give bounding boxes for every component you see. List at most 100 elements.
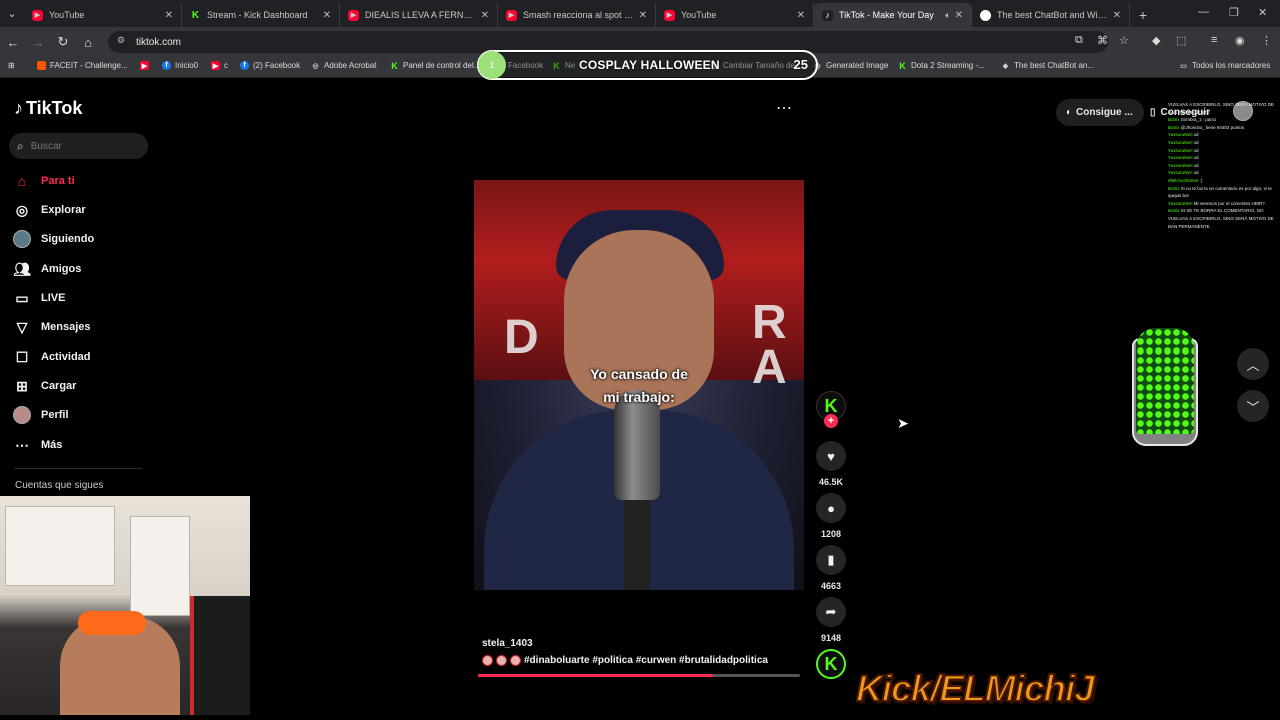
translate-icon[interactable]: ⌘ xyxy=(1097,34,1108,47)
stream-goal-bar: 1 COSPLAY HALLOWEEN 25 xyxy=(477,50,818,80)
browser-menu-icon[interactable]: ⋮ xyxy=(1261,34,1272,47)
chevron-down-icon: ﹀ xyxy=(1246,399,1260,415)
follow-plus-icon[interactable]: + xyxy=(824,414,838,428)
home-icon[interactable]: ⌂ xyxy=(76,30,100,54)
tab-close-icon[interactable]: ✕ xyxy=(1113,10,1121,21)
speaker-icon[interactable]: 🔈︎ xyxy=(945,10,950,21)
browser-tab[interactable]: ▶ Smash reacciona al spot de Shi ✕ xyxy=(498,3,656,27)
bookmark-item[interactable]: ◆ The best ChatBot an... xyxy=(1001,61,1094,70)
chat-text: xd xyxy=(1193,139,1199,145)
nav-profile[interactable]: Perfil xyxy=(13,406,69,424)
video-author[interactable]: stela_1403 xyxy=(482,638,533,649)
all-bookmarks-button[interactable]: ▭ Todos los marcadores xyxy=(1179,61,1270,70)
nav-activity[interactable]: ☐ Actividad xyxy=(13,348,91,366)
nav-messages[interactable]: ▽ Mensajes xyxy=(13,318,91,336)
forward-icon[interactable]: → xyxy=(26,30,50,54)
tab-search-chevron-icon[interactable]: ⌄ xyxy=(0,0,24,27)
minimize-icon[interactable]: — xyxy=(1198,6,1209,18)
bookmark-item[interactable]: ◎ Generated Image xyxy=(813,61,888,70)
search-input[interactable]: ⌕ Buscar xyxy=(9,133,148,159)
nav-more[interactable]: ⋯ Más xyxy=(13,436,62,454)
nav-friends[interactable]: 👥︎ Amigos xyxy=(13,260,81,278)
tab-title: Stream - Kick Dashboard xyxy=(207,10,308,20)
browser-tab-active[interactable]: ♪ TikTok - Make Your Day 🔈︎ ✕ xyxy=(814,3,972,27)
sound-disc-button[interactable]: K xyxy=(816,649,846,679)
media-controls-icon[interactable]: ≡ xyxy=(1211,34,1217,46)
browser-tab[interactable]: ▶ YouTube ✕ xyxy=(24,3,182,27)
faceit-icon xyxy=(37,61,46,70)
bookmark-item[interactable]: f Inicio0 xyxy=(162,61,198,70)
browser-tab[interactable]: The best ChatBot and Widgets ✕ xyxy=(972,3,1130,27)
bookmark-item[interactable]: K Dota 2 Streaming -... xyxy=(898,61,985,71)
live-icon: ▭ xyxy=(15,289,29,306)
extensions-puzzle-icon[interactable]: ⬚ xyxy=(1176,34,1186,47)
goal-progress-knob: 1 xyxy=(478,51,506,79)
cast-icon[interactable]: ⧉ xyxy=(1075,34,1083,47)
back-icon[interactable]: ← xyxy=(1,30,25,54)
browser-tab[interactable]: ▶ YouTube ✕ xyxy=(656,3,814,27)
chat-message: YussoruNeri xd xyxy=(1168,131,1280,139)
video-progress-bar[interactable] xyxy=(478,674,800,677)
hashtags[interactable]: #dinaboluarte #politica #curwen #brutali… xyxy=(524,655,768,666)
like-button[interactable]: ♥ xyxy=(816,441,846,471)
video-player[interactable]: D R A Yo cansado de mi trabajo: xyxy=(474,180,804,590)
window-close-icon[interactable]: ✕ xyxy=(1258,6,1267,19)
chat-username: YussoruNeri xyxy=(1168,170,1194,176)
browser-tab[interactable]: K Stream - Kick Dashboard ✕ xyxy=(182,3,340,27)
caption-line: mi trabajo: xyxy=(603,389,675,405)
chevron-up-icon: ︿ xyxy=(1246,357,1260,373)
facebook-icon: f xyxy=(240,61,249,70)
tab-close-icon[interactable]: ✕ xyxy=(481,10,489,21)
nav-label: Explorar xyxy=(41,204,86,216)
site-settings-icon[interactable]: ⚙ xyxy=(114,35,128,49)
chat-text: xd xyxy=(1193,170,1199,176)
comment-button[interactable]: ● xyxy=(816,493,846,523)
previous-video-button[interactable]: ︿ xyxy=(1237,348,1269,380)
bookmark-item[interactable]: f (2) Facebook xyxy=(240,61,300,70)
tiktok-logo[interactable]: ♪ TikTok xyxy=(14,98,82,119)
reload-icon[interactable]: ↻ xyxy=(51,30,75,54)
caption-line: Yo cansado de xyxy=(590,366,688,382)
tab-close-icon[interactable]: ✕ xyxy=(639,10,647,21)
video-progress-fill xyxy=(478,674,714,677)
tab-close-icon[interactable]: ✕ xyxy=(165,10,173,21)
bookmark-item[interactable]: ◎ Adobe Acrobat xyxy=(311,61,376,70)
save-button[interactable]: ▮ xyxy=(816,545,846,575)
bookmark-star-icon[interactable]: ☆ xyxy=(1119,34,1129,47)
nav-following[interactable]: Siguiendo xyxy=(13,230,94,248)
shelf xyxy=(130,516,190,616)
bookmark-item[interactable]: K Panel de control del... xyxy=(390,61,481,71)
apps-grid-icon[interactable]: ⊞ xyxy=(8,61,15,70)
bookmark-label: Todos los marcadores xyxy=(1192,61,1271,70)
nav-live[interactable]: ▭ LIVE xyxy=(13,289,65,307)
gaming-chair xyxy=(190,596,250,715)
youtube-icon: ▶ xyxy=(140,61,149,70)
more-options-icon[interactable]: ⋯ xyxy=(776,98,793,118)
nav-label: Más xyxy=(41,439,63,451)
chat-message: YussoruNeri xd xyxy=(1168,162,1280,170)
next-video-button[interactable]: ﹀ xyxy=(1237,390,1269,422)
chat-username: YussoruNeri xyxy=(1168,155,1194,161)
tab-close-icon[interactable]: ✕ xyxy=(797,10,805,21)
tab-close-icon[interactable]: ✕ xyxy=(323,10,331,21)
new-tab-button[interactable]: + xyxy=(1130,3,1156,27)
nav-explore[interactable]: ◎ Explorar xyxy=(13,201,86,219)
nav-label: Actividad xyxy=(41,351,91,363)
bookmark-label: Panel de control del... xyxy=(403,61,481,70)
bookmark-item[interactable]: ▶ c xyxy=(211,61,228,70)
chat-text: Si no te borra un comentario es por algo… xyxy=(1168,185,1272,199)
chat-message: Botrix @Jhoncito_ tiene 94403 puntos xyxy=(1168,124,1280,132)
share-button[interactable]: ➦ xyxy=(816,597,846,627)
extension-icon[interactable]: ◆ xyxy=(1152,34,1160,47)
tab-close-icon[interactable]: ✕ xyxy=(955,10,963,21)
youtube-icon: ▶ xyxy=(348,9,359,21)
profile-icon[interactable]: ◉ xyxy=(1235,34,1245,47)
nav-upload[interactable]: ⊞ Cargar xyxy=(13,377,76,395)
browser-tab[interactable]: ▶ DIEALIS LLEVA A FERNANDA A ✕ xyxy=(340,3,498,27)
maximize-icon[interactable]: ❐ xyxy=(1229,6,1239,19)
nav-for-you[interactable]: ⌂ Para ti xyxy=(13,172,75,190)
get-coins-button[interactable]: ◐ Consigue ... xyxy=(1056,99,1144,126)
comment-count: 1208 xyxy=(820,529,842,539)
bookmark-item[interactable]: ▶ xyxy=(140,61,153,70)
bookmark-item[interactable]: FACEIT - Challenge... xyxy=(37,61,128,70)
